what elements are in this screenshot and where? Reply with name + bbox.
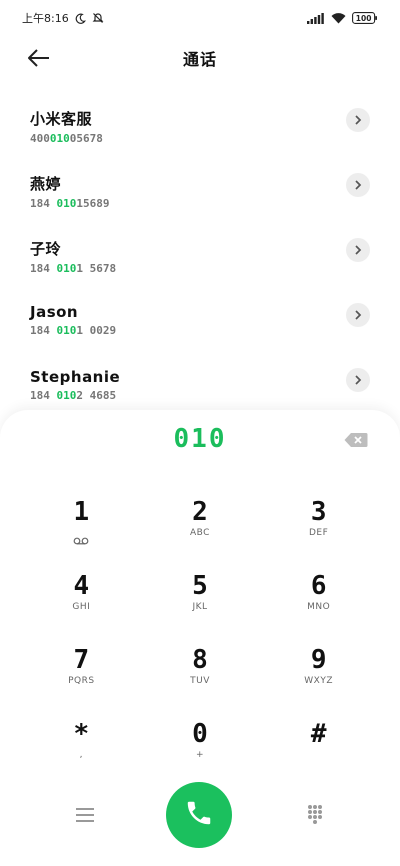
menu-button[interactable] — [72, 804, 98, 826]
keypad-grid: 1 2 ABC 3 DEF 4 GHI 5 JKL 6 MNO 7 PQRS 8… — [22, 498, 378, 768]
signal-icon — [307, 12, 325, 24]
contact-number: 184 01015689 — [30, 197, 400, 210]
key-5[interactable]: 5 JKL — [141, 572, 260, 620]
key-letters: DEF — [309, 528, 329, 538]
key-digit: # — [310, 719, 327, 749]
contact-name: 小米客服 — [30, 110, 93, 128]
backspace-button[interactable] — [344, 432, 368, 448]
number-prefix: 184 — [30, 389, 57, 402]
key-digit: 4 — [73, 571, 90, 601]
contact-detail-button[interactable] — [346, 368, 370, 392]
contact-name: 子玲 — [30, 240, 62, 258]
key-4[interactable]: 4 GHI — [22, 572, 141, 620]
number-prefix: 184 — [30, 197, 57, 210]
key-6[interactable]: 6 MNO — [259, 572, 378, 620]
key-8[interactable]: 8 TUV — [141, 646, 260, 694]
contact-row[interactable]: Jason 184 0101 0029 — [0, 293, 400, 358]
status-bar: 上午8:16 100 — [0, 0, 400, 36]
contact-name: 燕婷 — [30, 175, 62, 193]
call-button[interactable] — [166, 782, 232, 848]
chevron-right-icon — [353, 241, 363, 260]
status-left: 上午8:16 — [22, 10, 104, 26]
contact-row[interactable]: 燕婷 184 01015689 — [0, 163, 400, 228]
number-suffix: 05678 — [69, 132, 103, 145]
key-digit: 0 — [192, 719, 208, 749]
contact-row[interactable]: 子玲 184 0101 5678 — [0, 228, 400, 293]
status-right: 100 — [307, 12, 378, 24]
contact-number: 184 0101 5678 — [30, 262, 400, 275]
number-match: 010 — [56, 389, 77, 402]
dial-input-display[interactable]: 010 — [0, 424, 400, 454]
status-time: 上午8:16 — [22, 12, 69, 25]
key-0[interactable]: 0 + — [141, 720, 260, 768]
key-letters: JKL — [192, 602, 208, 612]
key-digit: 7 — [73, 645, 90, 675]
phone-icon — [184, 798, 214, 832]
key-letters: GHI — [72, 602, 91, 612]
key-digit: * — [73, 719, 90, 749]
header: 通话 — [0, 40, 400, 76]
keypad-icon — [302, 805, 328, 832]
key-digit: 5 — [192, 571, 208, 601]
contact-number: 40001005678 — [30, 132, 400, 145]
key-3[interactable]: 3 DEF — [259, 498, 378, 546]
contact-detail-button[interactable] — [346, 238, 370, 262]
number-match: 010 — [49, 132, 70, 145]
key-letters: + — [195, 750, 205, 760]
key-letters: MNO — [307, 602, 331, 612]
key-letters: WXYZ — [304, 676, 334, 686]
chevron-right-icon — [353, 111, 363, 130]
key-9[interactable]: 9 WXYZ — [259, 646, 378, 694]
contact-detail-button[interactable] — [346, 173, 370, 197]
key-2[interactable]: 2 ABC — [141, 498, 260, 546]
moon-icon — [75, 13, 86, 24]
contact-row[interactable]: 小米客服 40001005678 — [0, 98, 400, 163]
chevron-right-icon — [353, 371, 363, 390]
number-suffix: 1 0029 — [76, 324, 117, 337]
key-letters: , — [79, 750, 84, 760]
backspace-icon — [344, 433, 368, 452]
wifi-icon — [331, 12, 346, 24]
key-digit: 6 — [310, 571, 327, 601]
battery-icon: 100 — [352, 12, 378, 24]
dialpad-panel: 010 1 2 ABC 3 DEF 4 GHI 5 JKL 6 MNO 7 PQ… — [0, 410, 400, 866]
key-letters: PQRS — [68, 676, 95, 686]
number-suffix: 15689 — [76, 197, 110, 210]
contact-number: 184 0102 4685 — [30, 389, 400, 402]
menu-icon — [72, 808, 98, 830]
contact-list: 小米客服 40001005678 燕婷 184 01015689 子玲 184 … — [0, 98, 400, 423]
chevron-right-icon — [353, 176, 363, 195]
key-1[interactable]: 1 — [22, 498, 141, 546]
key-digit: 2 — [192, 497, 208, 527]
key-digit: 1 — [73, 497, 90, 527]
key-digit: 9 — [310, 645, 327, 675]
contact-name: Stephanie — [30, 368, 121, 386]
number-prefix: 184 — [30, 324, 57, 337]
key-letters: TUV — [190, 676, 210, 686]
contact-name: Jason — [30, 303, 79, 321]
mute-bell-icon — [92, 12, 104, 24]
number-match: 010 — [56, 324, 77, 337]
number-suffix: 1 5678 — [76, 262, 117, 275]
number-prefix: 400 — [30, 132, 50, 145]
voicemail-icon — [73, 530, 89, 549]
bottom-bar — [0, 782, 400, 848]
key-star[interactable]: * , — [22, 720, 141, 768]
key-hash[interactable]: # — [259, 720, 378, 768]
page-title: 通话 — [182, 50, 217, 69]
battery-level: 100 — [356, 14, 372, 23]
key-digit: 8 — [192, 645, 208, 675]
key-digit: 3 — [310, 497, 327, 527]
chevron-right-icon — [353, 306, 363, 325]
contact-detail-button[interactable] — [346, 303, 370, 327]
number-match: 010 — [56, 262, 77, 275]
keypad-toggle-button[interactable] — [302, 802, 328, 828]
number-match: 010 — [56, 197, 77, 210]
contact-number: 184 0101 0029 — [30, 324, 400, 337]
key-letters: ABC — [190, 528, 210, 538]
contact-detail-button[interactable] — [346, 108, 370, 132]
number-suffix: 2 4685 — [76, 389, 117, 402]
number-prefix: 184 — [30, 262, 57, 275]
key-7[interactable]: 7 PQRS — [22, 646, 141, 694]
